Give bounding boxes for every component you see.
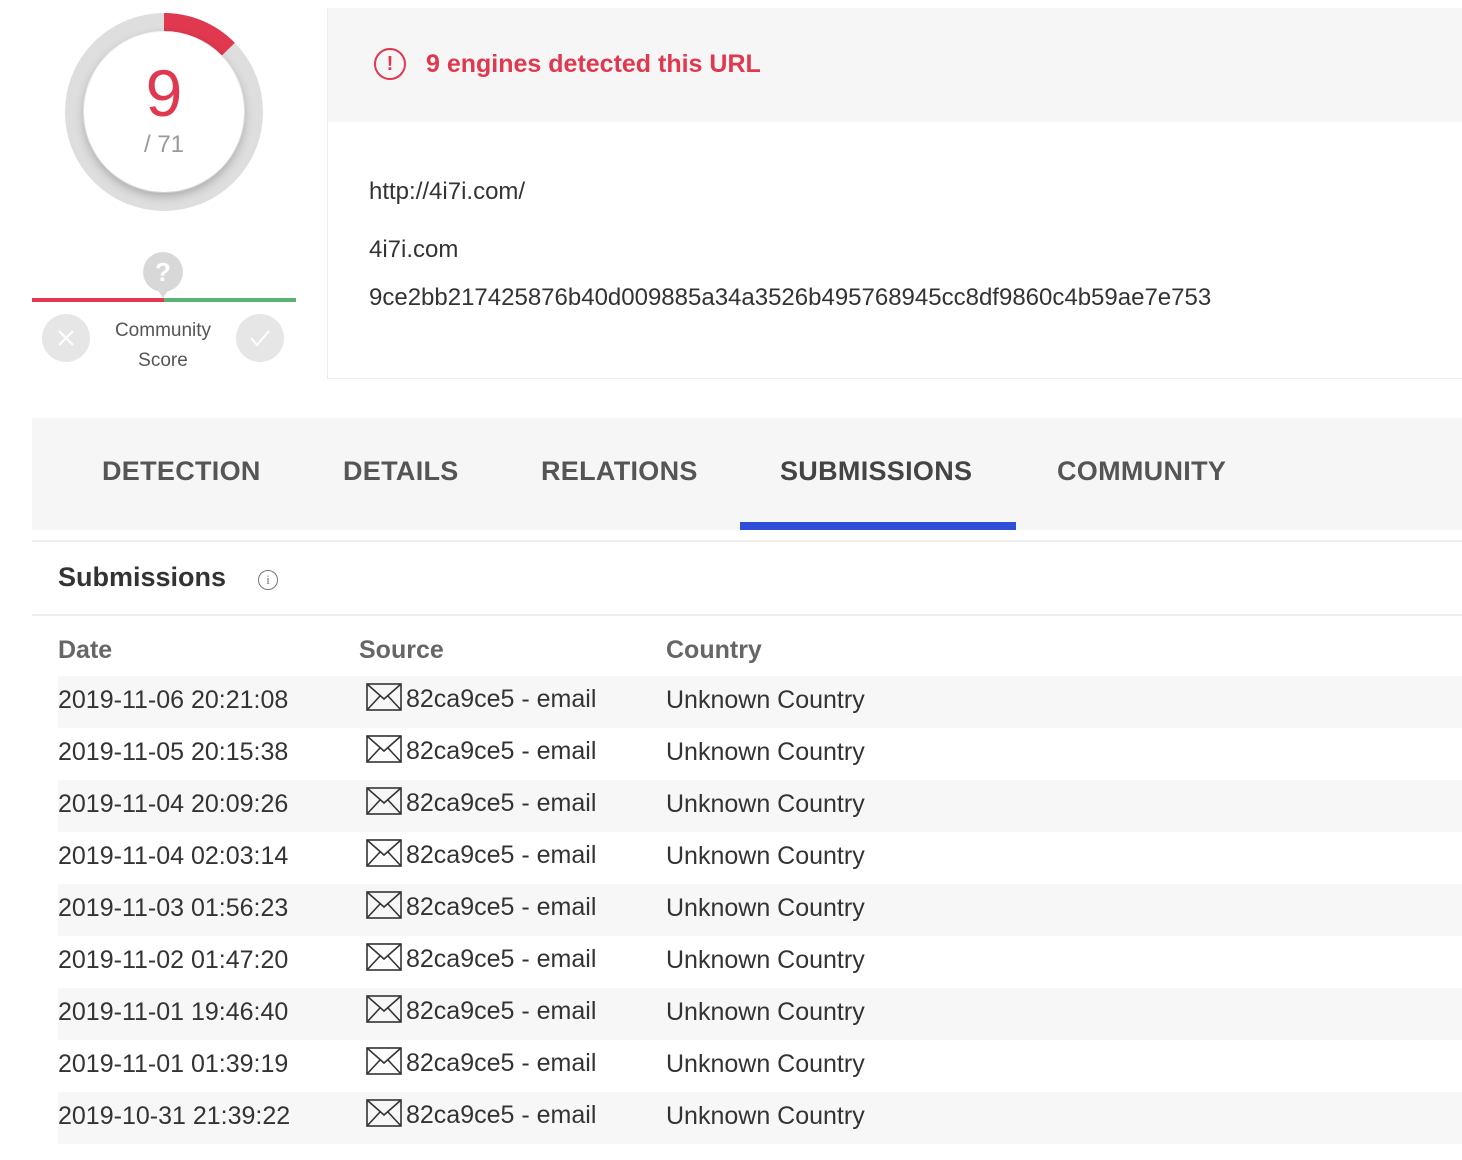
submission-source: 82ca9ce5 - email <box>366 1047 597 1078</box>
envelope-icon <box>366 1047 402 1076</box>
analyzed-url: http://4i7i.com/ <box>369 178 526 205</box>
envelope-icon <box>366 683 402 712</box>
submission-source: 82ca9ce5 - email <box>366 891 597 922</box>
submission-country: Unknown Country <box>666 686 865 714</box>
community-label-line2: Score <box>138 350 188 371</box>
submission-source: 82ca9ce5 - email <box>366 735 597 766</box>
submission-date: 2019-11-04 02:03:14 <box>58 842 289 870</box>
marker-pointer <box>155 286 171 298</box>
submission-country: Unknown Country <box>666 946 865 974</box>
column-header-source[interactable]: Source <box>359 636 444 665</box>
analyzed-domain: 4i7i.com <box>369 236 459 263</box>
submission-source: 82ca9ce5 - email <box>366 839 597 870</box>
envelope-icon <box>366 787 402 816</box>
tab-detection[interactable]: DETECTION <box>102 418 261 524</box>
submission-source-text: 82ca9ce5 - email <box>406 892 597 921</box>
envelope-icon <box>366 735 402 764</box>
community-label-line1: Community <box>114 320 212 341</box>
submission-source-text: 82ca9ce5 - email <box>406 840 597 869</box>
table-row: 2019-11-02 01:47:20 82ca9ce5 - email Unkno… <box>58 936 1462 988</box>
submission-country: Unknown Country <box>666 998 865 1026</box>
submission-country: Unknown Country <box>666 1102 865 1130</box>
column-header-country[interactable]: Country <box>666 636 762 665</box>
submission-date: 2019-11-04 20:09:26 <box>58 790 289 818</box>
table-row: 2019-11-01 19:46:40 82ca9ce5 - email Unkno… <box>58 988 1462 1040</box>
table-row: 2019-11-06 20:21:08 82ca9ce5 - email Unkno… <box>58 676 1462 728</box>
tab-details[interactable]: DETAILS <box>343 418 459 524</box>
community-bar-harmless <box>164 298 296 302</box>
vote-harmless-button[interactable] <box>236 314 284 362</box>
detection-alert-text: 9 engines detected this URL <box>426 50 761 78</box>
submission-source-text: 82ca9ce5 - email <box>406 684 597 713</box>
vote-malicious-button[interactable] <box>42 314 90 362</box>
submission-source: 82ca9ce5 - email <box>366 1099 597 1130</box>
submission-source: 82ca9ce5 - email <box>366 995 597 1026</box>
envelope-icon <box>366 839 402 868</box>
submission-source-text: 82ca9ce5 - email <box>406 1100 597 1129</box>
engine-total: / 71 <box>143 131 185 158</box>
submission-date: 2019-11-01 19:46:40 <box>58 998 289 1026</box>
community-score-label: Community Score <box>100 316 226 376</box>
submissions-table: 2019-11-06 20:21:08 82ca9ce5 - email Unkno… <box>58 676 1462 1144</box>
gauge-center: 9 / 71 <box>84 32 244 192</box>
envelope-icon <box>366 995 402 1024</box>
table-row: 2019-11-05 20:15:38 82ca9ce5 - email Unkno… <box>58 728 1462 780</box>
active-tab-indicator <box>740 522 1016 530</box>
tab-bar: DETECTION DETAILS RELATIONS SUBMISSIONS … <box>32 418 1462 530</box>
table-row: 2019-11-03 01:56:23 82ca9ce5 - email Unkno… <box>58 884 1462 936</box>
community-score-marker: ? <box>143 252 185 300</box>
divider <box>32 540 1462 542</box>
submission-country: Unknown Country <box>666 1050 865 1078</box>
detection-alert-band: ! 9 engines detected this URL <box>328 8 1462 122</box>
submission-date: 2019-11-02 01:47:20 <box>58 946 289 974</box>
tab-submissions[interactable]: SUBMISSIONS <box>780 418 972 524</box>
section-title: Submissions <box>58 562 227 592</box>
community-score-bar <box>32 298 296 302</box>
submission-country: Unknown Country <box>666 894 865 922</box>
submission-source: 82ca9ce5 - email <box>366 787 597 818</box>
envelope-icon <box>366 1099 402 1128</box>
submission-source: 82ca9ce5 - email <box>366 943 597 974</box>
checkmark-icon <box>250 330 270 347</box>
envelope-icon <box>366 943 402 972</box>
detection-gauge: 9 / 71 <box>64 12 264 212</box>
submission-date: 2019-11-03 01:56:23 <box>58 894 289 922</box>
submission-source-text: 82ca9ce5 - email <box>406 1048 597 1077</box>
submission-date: 2019-11-05 20:15:38 <box>58 738 289 766</box>
table-row: 2019-10-31 21:39:22 82ca9ce5 - email Unkno… <box>58 1092 1462 1144</box>
submission-source-text: 82ca9ce5 - email <box>406 788 597 817</box>
close-icon <box>58 330 74 346</box>
submission-date: 2019-11-06 20:21:08 <box>58 686 289 714</box>
info-icon[interactable]: i <box>258 570 278 590</box>
submission-source-text: 82ca9ce5 - email <box>406 736 597 765</box>
submission-source: 82ca9ce5 - email <box>366 683 597 714</box>
tab-relations[interactable]: RELATIONS <box>541 418 698 524</box>
submission-country: Unknown Country <box>666 842 865 870</box>
table-row: 2019-11-04 20:09:26 82ca9ce5 - email Unkno… <box>58 780 1462 832</box>
submission-country: Unknown Country <box>666 738 865 766</box>
submission-source-text: 82ca9ce5 - email <box>406 944 597 973</box>
detected-count: 9 <box>145 56 183 130</box>
table-row: 2019-11-01 01:39:19 82ca9ce5 - email Unkno… <box>58 1040 1462 1092</box>
submission-date: 2019-11-01 01:39:19 <box>58 1050 289 1078</box>
divider <box>32 614 1462 616</box>
submission-country: Unknown Country <box>666 790 865 818</box>
detection-score-widget: 9 / 71 ? Community Score <box>30 0 300 390</box>
envelope-icon <box>366 891 402 920</box>
submission-source-text: 82ca9ce5 - email <box>406 996 597 1025</box>
tab-community[interactable]: COMMUNITY <box>1057 418 1226 524</box>
exclamation-circle-icon: ! <box>374 48 406 80</box>
url-hash: 9ce2bb217425876b40d009885a34a3526b495768… <box>369 284 1212 311</box>
community-bar-malicious <box>32 298 164 302</box>
analysis-header-card: ! 9 engines detected this URL http://4i7… <box>327 8 1462 379</box>
submission-date: 2019-10-31 21:39:22 <box>58 1102 291 1130</box>
table-row: 2019-11-04 02:03:14 82ca9ce5 - email Unkno… <box>58 832 1462 884</box>
column-header-date[interactable]: Date <box>58 636 112 665</box>
